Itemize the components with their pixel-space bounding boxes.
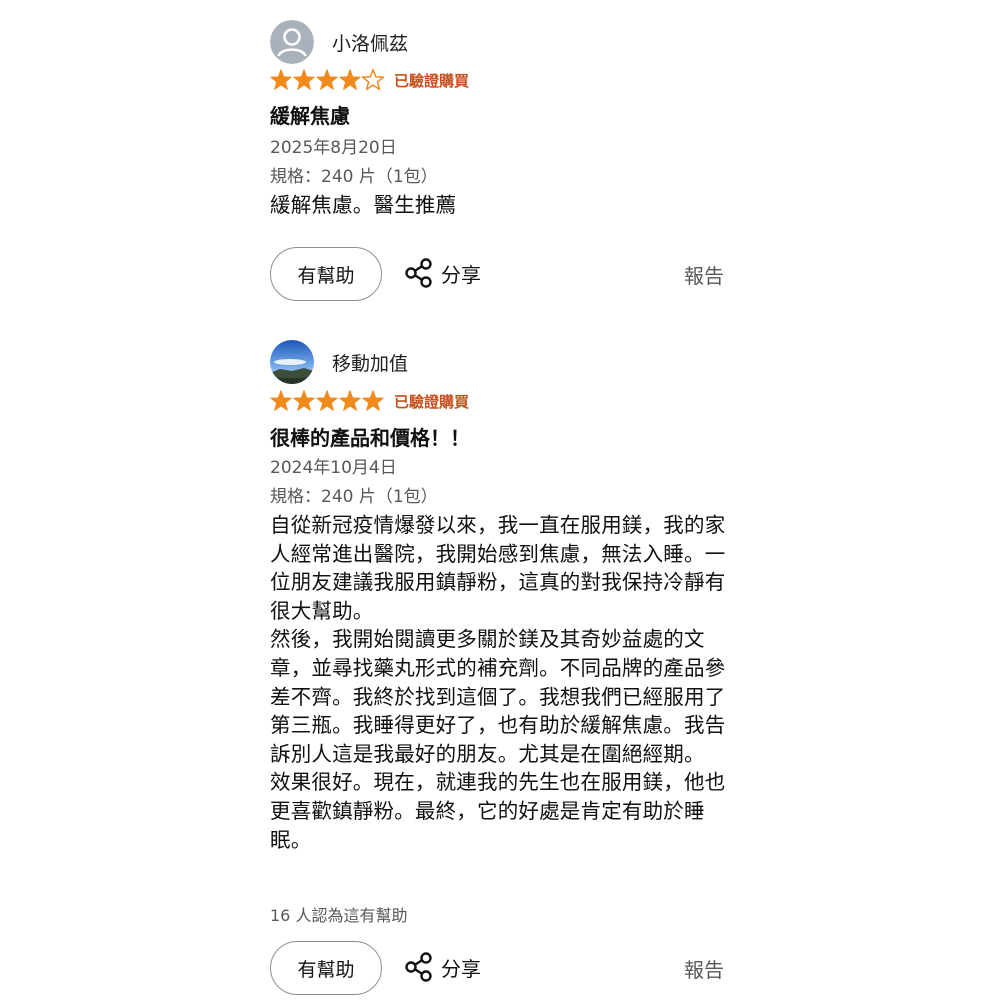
review-body: 緩解焦慮。醫生推薦 xyxy=(270,191,732,220)
report-link[interactable]: 報告 xyxy=(684,260,724,289)
star-filled-icon xyxy=(362,390,384,411)
review-card: 移動加值 已驗證購買 很棒的產品和價格！！ 2024年10月4日 規格：240 … xyxy=(270,320,732,1000)
reviewer-name[interactable]: 小洛佩茲 xyxy=(332,29,408,56)
avatar xyxy=(270,20,314,64)
star-empty-icon xyxy=(361,69,384,91)
star-filled-icon xyxy=(270,69,292,90)
helpful-button[interactable]: 有幫助 xyxy=(270,247,382,301)
review-body: 自從新冠疫情爆發以來，我一直在服用鎂，我的家人經常進出醫院，我開始感到焦慮，無法… xyxy=(270,511,732,854)
star-filled-icon xyxy=(316,390,338,411)
review-title: 緩解焦慮 xyxy=(270,104,350,128)
star-filled-icon xyxy=(270,390,292,411)
product-variant: 規格：240 片（1包） xyxy=(270,167,438,187)
review-paragraph: 然後，我開始閱讀更多關於鎂及其奇妙益處的文章，並尋找藥丸形式的補充劑。不同品牌的… xyxy=(270,627,726,766)
share-label: 分享 xyxy=(441,956,481,981)
review-paragraph: 效果很好。現在，就連我的先生也在服用鎂，他也更喜歡鎮靜粉。最終，它的好處是肯定有… xyxy=(270,770,726,852)
star-rating xyxy=(270,390,384,411)
share-button[interactable]: 分享 xyxy=(403,257,481,289)
rating-row: 已驗證購買 xyxy=(270,68,469,92)
share-label: 分享 xyxy=(441,262,481,287)
verified-purchase-badge: 已驗證購買 xyxy=(394,71,470,90)
star-filled-icon xyxy=(293,69,315,90)
star-filled-icon xyxy=(339,390,361,411)
report-link[interactable]: 報告 xyxy=(684,954,724,983)
review-date: 2024年10月4日 xyxy=(270,458,397,478)
share-icon xyxy=(405,258,432,288)
share-icon xyxy=(405,952,432,982)
avatar xyxy=(270,340,314,384)
helpful-button[interactable]: 有幫助 xyxy=(270,941,382,995)
star-filled-icon xyxy=(293,390,315,411)
helpful-count: 16 人認為這有幫助 xyxy=(270,906,408,925)
review-date: 2025年8月20日 xyxy=(270,138,397,158)
product-variant: 規格：240 片（1包） xyxy=(270,487,438,507)
share-button[interactable]: 分享 xyxy=(403,951,481,983)
landscape-photo-icon xyxy=(270,340,314,384)
verified-purchase-badge: 已驗證購買 xyxy=(394,392,470,411)
review-paragraph: 緩解焦慮。醫生推薦 xyxy=(270,193,457,217)
reviewer-name[interactable]: 移動加值 xyxy=(332,349,408,376)
review-paragraph: 自從新冠疫情爆發以來，我一直在服用鎂，我的家人經常進出醫院，我開始感到焦慮，無法… xyxy=(270,513,726,623)
star-filled-icon xyxy=(316,69,338,90)
review-title: 很棒的產品和價格！！ xyxy=(270,426,470,450)
star-rating xyxy=(270,69,384,91)
star-filled-icon xyxy=(339,69,361,90)
review-card: 小洛佩茲 已驗證購買 緩解焦慮 2025年8月20日 規格：240 片（1包） … xyxy=(270,0,732,320)
default-person-icon xyxy=(270,20,314,64)
rating-row: 已驗證購買 xyxy=(270,389,469,413)
